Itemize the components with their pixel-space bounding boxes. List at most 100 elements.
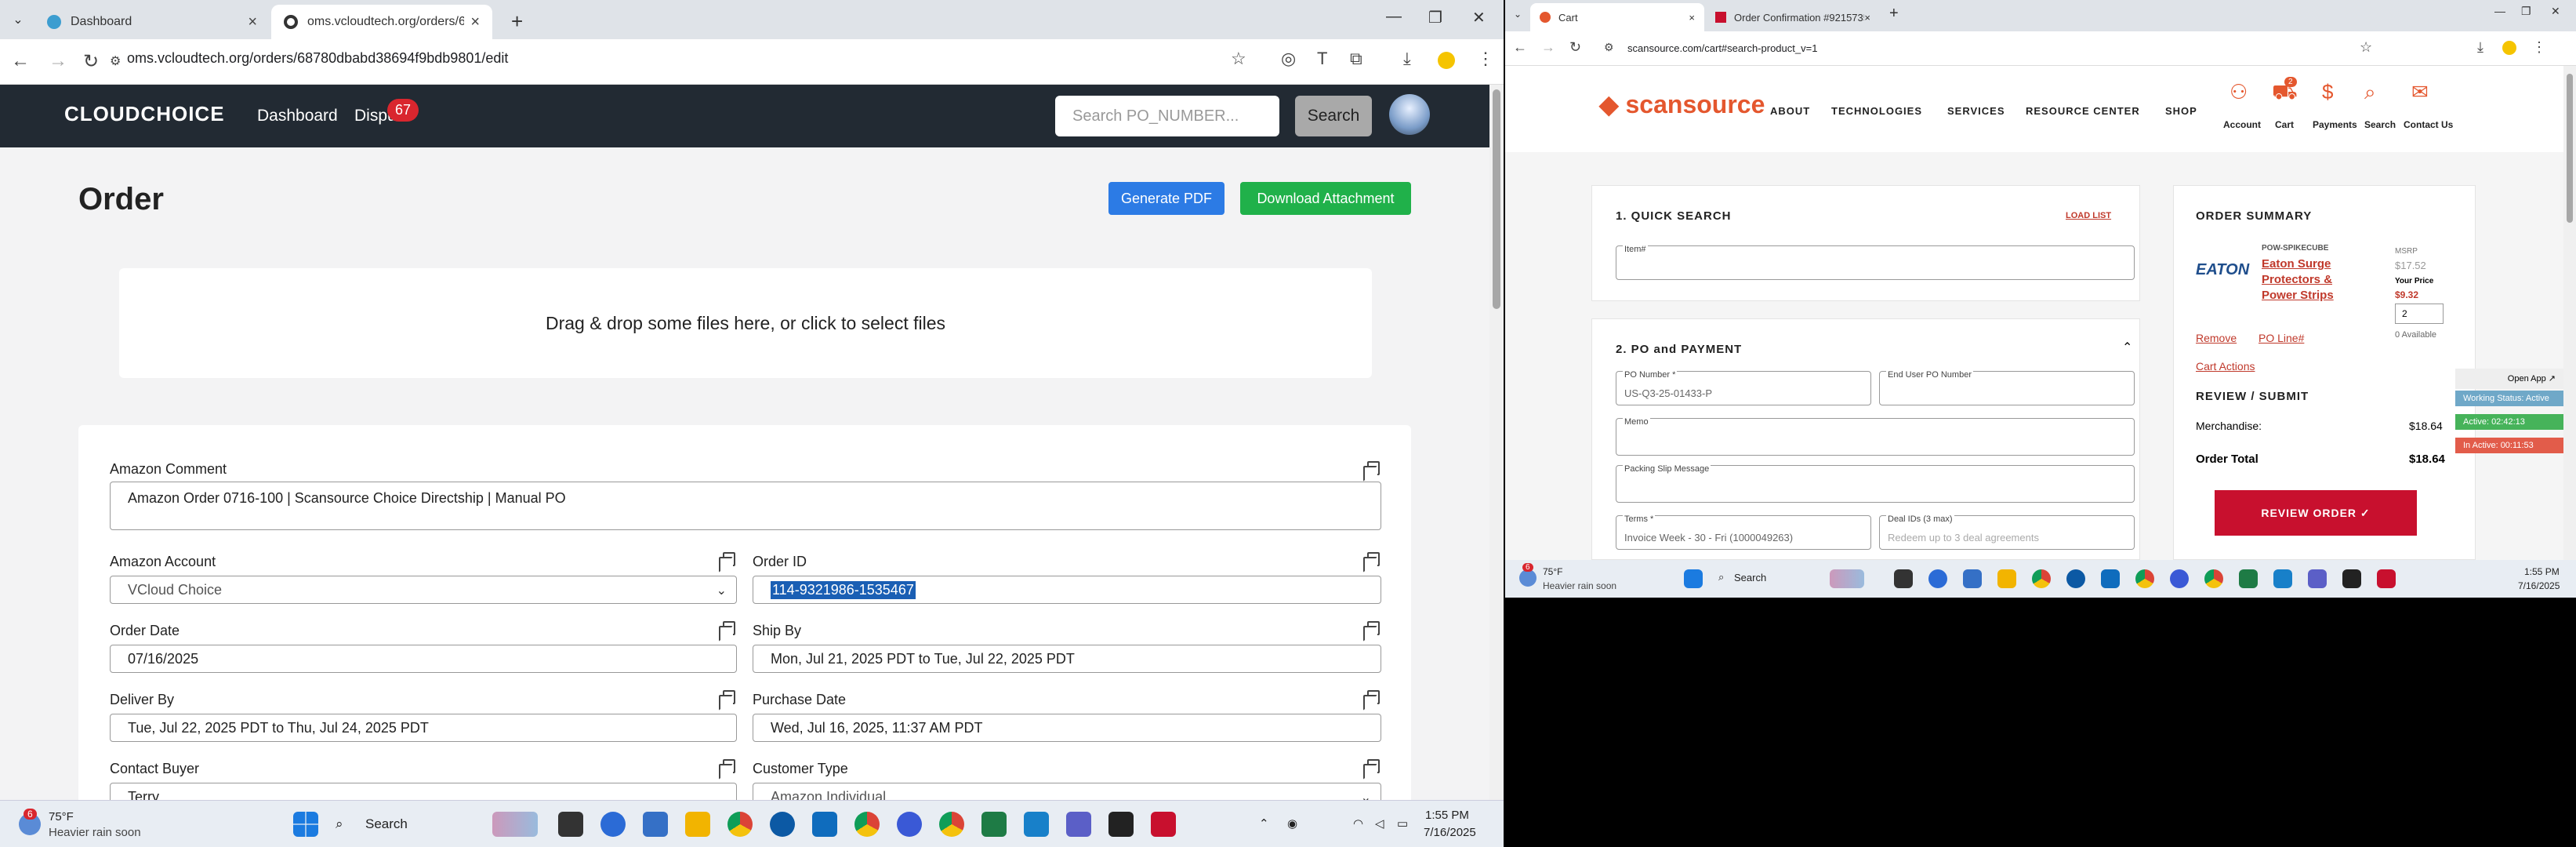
- nav-dashboard[interactable]: Dashboard: [257, 107, 338, 125]
- order-date-field[interactable]: 07/16/2025: [110, 645, 737, 673]
- acrobat-icon[interactable]: [2377, 569, 2396, 588]
- memo-input[interactable]: Memo: [1616, 417, 2135, 456]
- taskbar-search[interactable]: Search: [1734, 572, 1766, 583]
- tray-app-icon[interactable]: ◉: [1287, 816, 1297, 831]
- chrome-profile-icon[interactable]: [854, 812, 880, 837]
- deal-ids-input[interactable]: Deal IDs (3 max) Redeem up to 3 deal agr…: [1879, 514, 2135, 550]
- snipping-tool-icon[interactable]: [2273, 569, 2292, 588]
- restore-icon[interactable]: ❐: [1428, 8, 1442, 27]
- copy-icon[interactable]: [1363, 621, 1380, 642]
- wifi-icon[interactable]: ◠: [1353, 816, 1363, 831]
- clock-time[interactable]: 1:55 PM: [1425, 809, 1469, 822]
- teams-icon[interactable]: [2308, 569, 2327, 588]
- calculator-icon[interactable]: [1963, 569, 1982, 588]
- url-field[interactable]: oms.vcloudtech.org/orders/68780dbabd3869…: [127, 50, 508, 67]
- bookmark-star-icon[interactable]: ☆: [1231, 49, 1246, 69]
- clock-date[interactable]: 7/16/2025: [1424, 826, 1476, 839]
- item-search-input[interactable]: Item#: [1616, 245, 2135, 280]
- packing-slip-input[interactable]: Packing Slip Message: [1616, 464, 2135, 503]
- taskbar-search-icon[interactable]: ⌕: [1718, 571, 1724, 583]
- back-icon[interactable]: ←: [1513, 39, 1527, 56]
- url-field[interactable]: scansource.com/cart#search-product_v=1: [1627, 42, 1817, 54]
- po-search-input[interactable]: Search PO_NUMBER...: [1055, 96, 1279, 136]
- ship-by-field[interactable]: Mon, Jul 21, 2025 PDT to Tue, Jul 22, 20…: [753, 645, 1381, 673]
- review-order-button[interactable]: REVIEW ORDER ✓: [2215, 490, 2417, 536]
- site-info-icon[interactable]: ⚙: [110, 53, 121, 69]
- translate-icon[interactable]: ◎: [1281, 49, 1296, 69]
- download-icon[interactable]: ⤓: [1403, 49, 1411, 69]
- amazon-comment-field[interactable]: Amazon Order 0716-100 | Scansource Choic…: [110, 482, 1381, 530]
- close-tab-icon[interactable]: ×: [1689, 12, 1695, 24]
- order-id-field[interactable]: 114-9321986-1535467: [753, 576, 1381, 604]
- acrobat-icon[interactable]: [1151, 812, 1176, 837]
- weather-icon[interactable]: [1519, 569, 1537, 587]
- payments-icon[interactable]: $: [2322, 80, 2333, 104]
- snipping-tool-icon[interactable]: [1024, 812, 1049, 837]
- minimize-icon[interactable]: —: [2494, 5, 2505, 17]
- tab-search-dropdown-icon[interactable]: ⌄: [8, 9, 28, 30]
- chrome-profile-icon[interactable]: [2135, 569, 2154, 588]
- copy-icon[interactable]: [719, 552, 735, 573]
- copy-icon[interactable]: [719, 690, 735, 711]
- new-tab-icon[interactable]: +: [1889, 5, 1899, 23]
- file-explorer-icon[interactable]: [685, 812, 710, 837]
- restore-icon[interactable]: ❐: [2521, 5, 2531, 18]
- nav-services[interactable]: SERVICES: [1947, 105, 2005, 117]
- site-info-icon[interactable]: ⚙: [1604, 41, 1614, 54]
- terms-select[interactable]: Terms * Invoice Week - 30 - Fri (1000049…: [1616, 514, 1871, 550]
- back-icon[interactable]: ←: [11, 50, 30, 72]
- taskbar-search[interactable]: Search: [365, 816, 408, 832]
- tab-cart[interactable]: Cart ×: [1530, 3, 1704, 31]
- tab-order-confirmation[interactable]: Order Confirmation #9215735 ×: [1706, 3, 1880, 31]
- minimize-icon[interactable]: —: [1386, 8, 1402, 26]
- util-account[interactable]: Account: [2223, 119, 2261, 130]
- copy-icon[interactable]: [719, 621, 735, 642]
- edge-icon[interactable]: [600, 812, 626, 837]
- nav-resource-center[interactable]: RESOURCE CENTER: [2026, 105, 2140, 117]
- file-dropzone[interactable]: Drag & drop some files here, or click to…: [119, 268, 1372, 378]
- copy-icon[interactable]: [1363, 552, 1380, 573]
- forward-icon[interactable]: →: [1541, 39, 1555, 56]
- chevron-up-icon[interactable]: ⌃: [2122, 340, 2132, 355]
- profile-icon[interactable]: [2502, 41, 2516, 55]
- extensions-icon[interactable]: ⧉: [1350, 49, 1362, 69]
- windows-start-icon[interactable]: [293, 812, 318, 837]
- volume-icon[interactable]: ◁: [1375, 816, 1384, 831]
- po-line-link[interactable]: PO Line#: [2259, 332, 2304, 344]
- copy-icon[interactable]: [1363, 759, 1380, 780]
- task-view-icon[interactable]: [558, 812, 583, 837]
- calculator-icon[interactable]: [643, 812, 668, 837]
- text-size-icon[interactable]: T: [1317, 49, 1327, 69]
- outlook-icon[interactable]: [812, 812, 837, 837]
- copy-icon[interactable]: [1363, 461, 1380, 482]
- chrome-icon[interactable]: [2032, 569, 2051, 588]
- tray-chevron-up-icon[interactable]: ⌃: [1259, 816, 1269, 831]
- file-explorer-icon[interactable]: [1997, 569, 2016, 588]
- page-scrollbar[interactable]: [1489, 85, 1504, 800]
- search-icon[interactable]: ⌕: [2364, 80, 2376, 105]
- reload-icon[interactable]: ↻: [83, 50, 99, 73]
- profile-icon[interactable]: [1438, 52, 1455, 69]
- scrollbar-thumb[interactable]: [2567, 74, 2573, 223]
- amazon-account-select[interactable]: VCloud Choice ⌄: [110, 576, 737, 604]
- user-avatar[interactable]: [1389, 94, 1430, 135]
- zoom-icon[interactable]: [897, 812, 922, 837]
- nav-shop[interactable]: SHOP: [2165, 105, 2197, 117]
- clock-date[interactable]: 7/16/2025: [2518, 580, 2560, 591]
- nav-about[interactable]: ABOUT: [1770, 105, 1810, 117]
- quantity-stepper[interactable]: 2: [2395, 304, 2444, 324]
- task-view-icon[interactable]: [1894, 569, 1913, 588]
- util-payments[interactable]: Payments: [2313, 119, 2357, 130]
- chrome-profile2-icon[interactable]: [2204, 569, 2223, 588]
- battery-icon[interactable]: ▭: [1397, 816, 1408, 831]
- nav-technologies[interactable]: TECHNOLOGIES: [1831, 105, 1922, 117]
- chrome-profile2-icon[interactable]: [939, 812, 964, 837]
- chrome-icon[interactable]: [727, 812, 753, 837]
- customer-type-select[interactable]: Amazon Individual ⌄: [753, 783, 1381, 800]
- tab-dashboard[interactable]: Dashboard ×: [34, 5, 270, 39]
- new-tab-icon[interactable]: +: [511, 9, 523, 34]
- download-attachment-button[interactable]: Download Attachment: [1240, 182, 1411, 215]
- cart-actions-link[interactable]: Cart Actions: [2196, 360, 2255, 373]
- copy-icon[interactable]: [1363, 690, 1380, 711]
- util-cart[interactable]: Cart: [2275, 119, 2294, 130]
